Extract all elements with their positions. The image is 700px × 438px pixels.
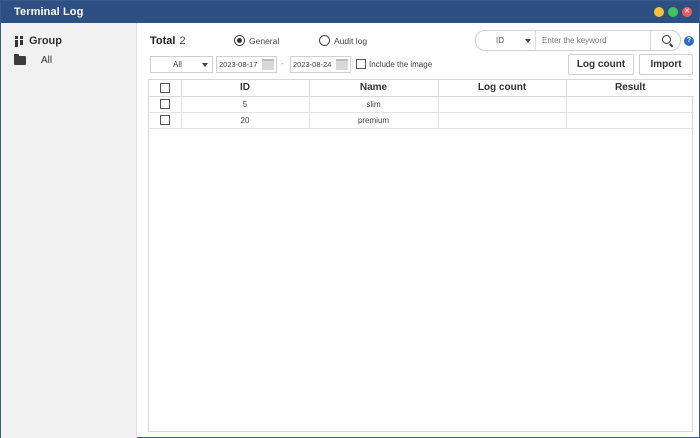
help-icon[interactable]: ? [684, 36, 694, 46]
total-label: Total [150, 35, 176, 47]
cell-log-count [438, 96, 567, 113]
sidebar-item-label: All [41, 55, 53, 66]
filter-value: All [173, 60, 182, 69]
include-image-label: Include the image [369, 59, 433, 69]
cell-id: 5 [181, 96, 310, 113]
search-button[interactable] [650, 31, 681, 50]
cell-result [566, 96, 694, 113]
chevron-down-icon [202, 63, 208, 67]
date-from-value: 2023-08-17 [219, 60, 258, 69]
sidebar-group-label: Group [29, 35, 62, 47]
table-row[interactable]: 20 premium [149, 112, 694, 129]
search-box: ID [475, 30, 681, 51]
cell-name: premium [309, 112, 439, 129]
column-header-id[interactable]: ID [181, 80, 310, 97]
search-input[interactable] [536, 31, 650, 50]
column-header-name[interactable]: Name [309, 80, 439, 97]
row-checkbox[interactable] [159, 115, 170, 125]
total-value: 2 [179, 35, 186, 47]
title-bar: Terminal Log ✕ [1, 1, 699, 23]
row-checkbox-cell[interactable] [149, 112, 182, 129]
total-count: Total 2 [150, 35, 186, 47]
cell-result [566, 112, 694, 129]
radio-audit-label: Audit log [334, 35, 368, 46]
log-count-button[interactable]: Log count [568, 54, 634, 75]
radio-general-label: General [249, 35, 280, 46]
include-image-box[interactable] [356, 59, 366, 69]
date-to-value: 2023-08-24 [293, 60, 332, 69]
cell-log-count [438, 112, 567, 129]
select-all-checkbox[interactable] [159, 82, 170, 93]
window-title: Terminal Log [14, 6, 84, 18]
folder-icon [14, 54, 26, 65]
minimize-icon[interactable] [654, 7, 664, 17]
chevron-down-icon [525, 39, 531, 43]
row-checkbox-cell[interactable] [149, 96, 182, 113]
search-field-value: ID [496, 36, 504, 45]
search-icon [662, 35, 671, 44]
select-all-cell[interactable] [149, 80, 182, 97]
radio-audit-dot[interactable] [319, 35, 330, 46]
filter-select[interactable]: All [150, 56, 213, 73]
terminal-log-window: Terminal Log ✕ Group All Total 2 General … [0, 0, 700, 438]
cell-name: slim [309, 96, 439, 113]
include-image-checkbox[interactable]: Include the image [356, 59, 432, 69]
row-checkbox[interactable] [159, 99, 170, 109]
radio-general-dot[interactable] [234, 35, 245, 46]
group-icon [15, 35, 23, 47]
calendar-icon[interactable] [262, 59, 274, 70]
radio-general[interactable]: General [234, 35, 279, 46]
date-to-field[interactable]: 2023-08-24 [290, 56, 351, 73]
date-from-field[interactable]: 2023-08-17 [216, 56, 277, 73]
maximize-icon[interactable] [668, 7, 678, 17]
calendar-icon[interactable] [336, 59, 348, 70]
sidebar: Group All [1, 23, 137, 438]
date-separator: - [281, 59, 284, 68]
import-button[interactable]: Import [639, 54, 693, 75]
table-row[interactable]: 5 slim [149, 96, 694, 113]
radio-audit-log[interactable]: Audit log [319, 35, 367, 46]
table-header-row: ID Name Log count Result [149, 80, 694, 97]
log-table: ID Name Log count Result 5 slim 20 premi… [148, 79, 694, 432]
cell-id: 20 [181, 112, 310, 129]
search-field-select[interactable]: ID [476, 31, 536, 50]
close-icon[interactable]: ✕ [682, 7, 692, 17]
column-header-result[interactable]: Result [566, 80, 694, 97]
sidebar-item-all[interactable]: All [14, 54, 53, 66]
sidebar-group-header[interactable]: Group [14, 35, 62, 47]
column-header-log-count[interactable]: Log count [438, 80, 567, 97]
